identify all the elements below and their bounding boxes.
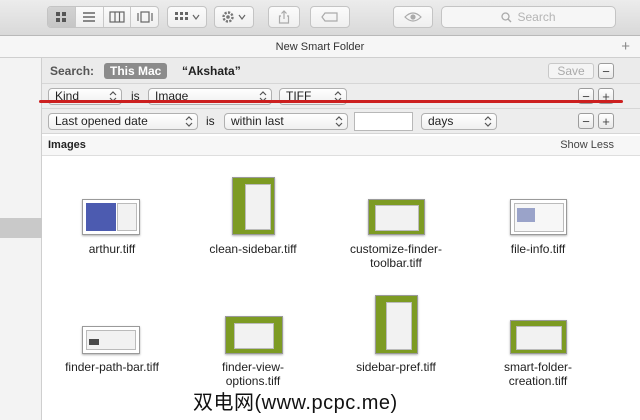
window-titlebar: New Smart Folder + (0, 36, 640, 58)
popup-arrows-icon (185, 116, 193, 127)
view-mode-segmented-control[interactable] (47, 6, 159, 28)
file-name-label[interactable]: smart-folder-creation.tiff (483, 360, 593, 388)
finder-toolbar: Search (0, 0, 640, 36)
annotation-underline (39, 100, 623, 103)
list-view-icon (83, 12, 96, 22)
tags-button[interactable] (310, 6, 350, 28)
quick-look-button[interactable] (393, 6, 433, 28)
criteria-row-kind: Kind is Image TIFF − + (42, 84, 640, 109)
attribute-value: Last opened date (55, 114, 148, 128)
file-name-label[interactable]: finder-view-options.tiff (198, 360, 308, 388)
file-thumbnail[interactable] (368, 199, 425, 235)
column-view-icon (109, 11, 125, 23)
watermark-text: 双电网(www.pcpc.me) (193, 392, 398, 414)
sidebar (0, 58, 42, 420)
smart-folder-content: Search: This Mac “Akshata” Save − Kind i… (42, 58, 640, 420)
icon-view-icon (56, 12, 67, 22)
scope-this-mac-button[interactable]: This Mac (104, 63, 168, 79)
file-name-label[interactable]: arthur.tiff (57, 242, 167, 256)
action-button[interactable] (214, 6, 254, 28)
eye-icon (404, 12, 422, 22)
show-less-button[interactable]: Show Less (560, 139, 614, 151)
tag-icon (321, 12, 338, 22)
remove-search-button[interactable]: − (598, 63, 614, 79)
popup-arrows-icon (335, 116, 343, 127)
icon-view-button[interactable] (48, 7, 76, 27)
gear-icon (222, 11, 246, 23)
share-icon (278, 10, 290, 24)
share-button[interactable] (268, 6, 300, 28)
column-view-button[interactable] (104, 7, 132, 27)
popup-arrows-icon (484, 116, 492, 127)
file-thumbnail[interactable] (82, 326, 140, 354)
file-thumbnail[interactable] (510, 199, 567, 235)
arrange-button[interactable] (167, 6, 207, 28)
search-label: Search: (50, 64, 95, 78)
coverflow-view-button[interactable] (131, 7, 158, 27)
window-title: New Smart Folder (275, 41, 365, 53)
file-thumbnail[interactable] (82, 199, 140, 235)
file-name-label[interactable]: finder-path-bar.tiff (57, 360, 167, 374)
file-name-label[interactable]: clean-sidebar.tiff (198, 242, 308, 256)
search-placeholder: Search (517, 10, 556, 24)
coverflow-view-icon (137, 11, 153, 23)
file-name-label[interactable]: customize-finder-toolbar.tiff (341, 242, 451, 270)
arrange-grid-icon (175, 12, 200, 20)
range-popup[interactable]: within last (224, 113, 348, 130)
unit-popup[interactable]: days (421, 113, 497, 130)
section-title: Images (48, 139, 86, 151)
toolbar-search-field[interactable]: Search (441, 6, 616, 28)
sidebar-selected-item[interactable] (0, 218, 42, 238)
unit-text: days (428, 114, 454, 128)
search-icon (501, 11, 512, 22)
file-name-label[interactable]: sidebar-pref.tiff (341, 360, 451, 374)
add-criteria-button[interactable]: + (598, 113, 614, 129)
list-view-button[interactable] (76, 7, 104, 27)
file-thumbnail[interactable] (510, 320, 567, 354)
save-button[interactable]: Save (548, 63, 594, 79)
operator-label: is (206, 114, 215, 128)
file-thumbnail[interactable] (225, 316, 283, 354)
search-scope-bar: Search: This Mac “Akshata” Save − (42, 58, 640, 84)
results-section-header: Images Show Less (42, 136, 640, 156)
criteria-row-last-opened: Last opened date is within last days − + (42, 109, 640, 134)
scope-user-folder-button[interactable]: “Akshata” (182, 64, 241, 78)
add-tab-button[interactable]: + (621, 36, 630, 58)
range-text: within last (231, 114, 284, 128)
attribute-popup[interactable]: Last opened date (48, 113, 198, 130)
remove-criteria-button[interactable]: − (578, 113, 594, 129)
file-thumbnail[interactable] (375, 295, 418, 354)
file-name-label[interactable]: file-info.tiff (483, 242, 593, 256)
days-count-input[interactable] (354, 112, 413, 131)
file-thumbnail[interactable] (232, 177, 275, 235)
